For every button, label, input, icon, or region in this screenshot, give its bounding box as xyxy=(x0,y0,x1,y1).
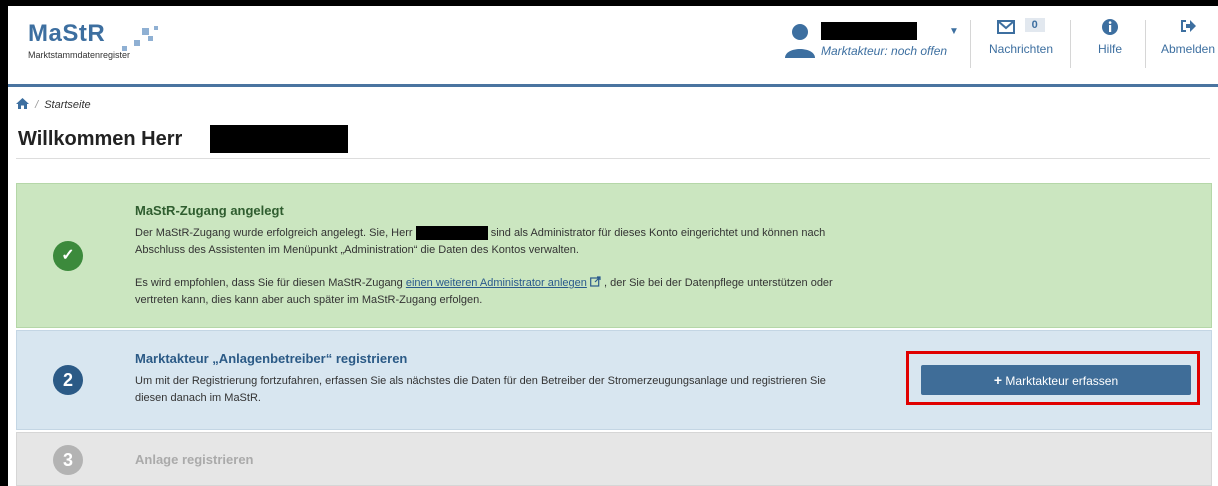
app-header: MaStR Marktstammdatenregister ▼ Marktakt… xyxy=(8,6,1218,87)
nav-divider xyxy=(970,20,971,68)
plus-icon: + xyxy=(993,372,1003,388)
nav-messages[interactable]: 0 Nachrichten xyxy=(986,18,1056,56)
nav-logout[interactable]: Abmelden xyxy=(1158,18,1218,56)
step-3-panel: 3 Anlage registrieren xyxy=(16,432,1212,486)
info-icon xyxy=(1090,18,1130,42)
external-link-icon xyxy=(590,276,604,289)
step-2-title: Marktakteur „Anlagenbetreiber“ registrie… xyxy=(135,351,408,366)
logo-text: MaStR xyxy=(28,20,106,47)
breadcrumb-current: Startseite xyxy=(44,99,91,111)
step-2-text-a: Um mit der Registrierung fortzufahren, e… xyxy=(135,375,826,387)
user-name-redacted xyxy=(821,22,917,40)
nav-help[interactable]: Hilfe xyxy=(1090,18,1130,56)
logout-icon xyxy=(1158,18,1218,42)
step-3-title: Anlage registrieren xyxy=(135,452,254,467)
user-menu[interactable]: ▼ Marktakteur: noch offen xyxy=(783,20,963,70)
add-market-actor-label: Marktakteur erfassen xyxy=(1005,374,1119,388)
step-1-panel: ✓ MaStR-Zugang angelegt Der MaStR-Zugang… xyxy=(16,183,1212,328)
title-divider xyxy=(16,158,1210,159)
messages-count-badge: 0 xyxy=(1024,18,1045,32)
envelope-icon: 0 xyxy=(986,18,1056,42)
breadcrumb-separator: / xyxy=(35,99,39,111)
add-market-actor-button[interactable]: + Marktakteur erfassen xyxy=(921,365,1191,395)
user-role-status: Marktakteur: noch offen xyxy=(821,44,948,58)
checkmark-icon: ✓ xyxy=(53,241,83,271)
nav-logout-label: Abmelden xyxy=(1160,42,1216,56)
step-1-text: Der MaStR-Zugang wurde erfolgreich angel… xyxy=(135,225,825,259)
nav-divider xyxy=(1070,20,1071,68)
logo-subtitle: Marktstammdatenregister xyxy=(28,50,131,60)
home-icon[interactable] xyxy=(16,98,32,111)
step-1-text-b: sind als Administrator für dieses Konto … xyxy=(490,227,826,239)
nav-help-label: Hilfe xyxy=(1097,42,1122,56)
logo-dots-icon xyxy=(120,24,160,54)
step-2-text-b: diesen danach im MaStR. xyxy=(135,392,261,404)
name-redacted xyxy=(210,125,348,153)
nav-divider xyxy=(1145,20,1146,68)
step-1-recommendation: Es wird empfohlen, dass Sie für diesen M… xyxy=(135,275,833,309)
screenshot-frame-left xyxy=(0,0,8,486)
user-avatar-icon xyxy=(785,24,815,58)
step-1-text-c: Abschluss des Assistenten im Menüpunkt „… xyxy=(135,244,579,256)
step-2-text: Um mit der Registrierung fortzufahren, e… xyxy=(135,373,826,407)
page-title: Willkommen Herr xyxy=(18,128,183,150)
breadcrumb: / Startseite xyxy=(16,98,91,111)
chevron-down-icon[interactable]: ▼ xyxy=(949,26,959,37)
step-3-number: 3 xyxy=(53,445,83,475)
step-1-title: MaStR-Zugang angelegt xyxy=(135,203,284,218)
nav-messages-label: Nachrichten xyxy=(988,42,1054,56)
step-1-text2-b: , der Sie bei der Datenpflege unterstütz… xyxy=(604,277,833,289)
step-1-text2-c: vertreten kann, dies kann aber auch spät… xyxy=(135,294,483,306)
add-administrator-link[interactable]: einen weiteren Administrator anlegen xyxy=(406,277,587,289)
step-1-text2-a: Es wird empfohlen, dass Sie für diesen M… xyxy=(135,277,403,289)
name-redacted xyxy=(415,226,488,241)
step-1-text-a: Der MaStR-Zugang wurde erfolgreich angel… xyxy=(135,227,413,239)
mastr-logo[interactable]: MaStR Marktstammdatenregister xyxy=(28,20,158,60)
step-2-number: 2 xyxy=(53,365,83,395)
